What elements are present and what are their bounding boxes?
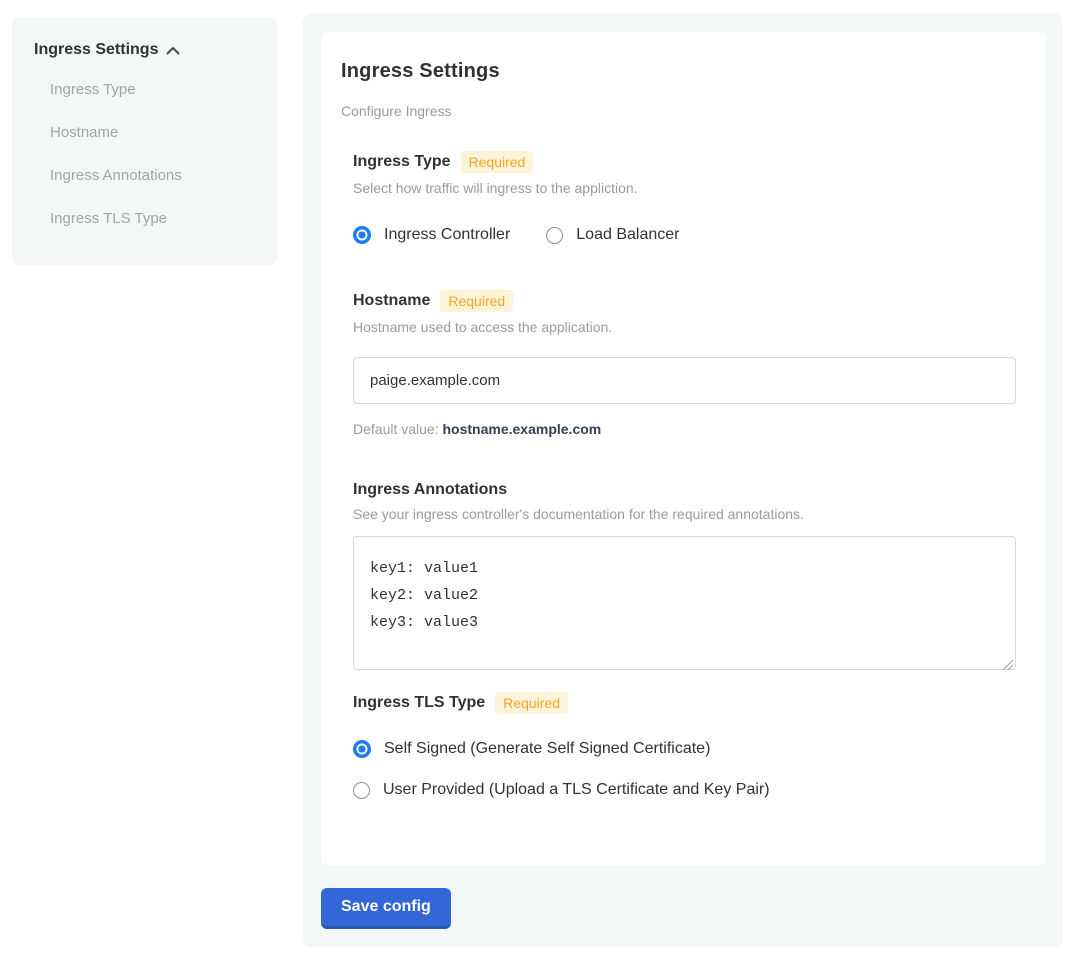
radio-unselected-icon[interactable]: [353, 782, 370, 799]
save-config-button[interactable]: Save config: [321, 888, 451, 929]
section-hostname: Hostname Required Hostname used to acces…: [353, 290, 1016, 437]
sidebar-item-ingress-tls-type[interactable]: Ingress TLS Type: [50, 210, 255, 227]
hostname-label: Hostname: [353, 292, 430, 310]
config-sections: Ingress Type Required Select how traffic…: [353, 151, 1016, 799]
radio-self-signed-label[interactable]: Self Signed (Generate Self Signed Certif…: [384, 740, 710, 758]
radio-selected-icon[interactable]: [353, 740, 371, 758]
required-badge: Required: [440, 290, 513, 312]
ingress-type-radio-group: Ingress Controller Load Balancer: [353, 226, 1016, 244]
ingress-tls-type-label: Ingress TLS Type: [353, 694, 485, 712]
ingress-type-label: Ingress Type: [353, 153, 451, 171]
default-value-label: Default value:: [353, 421, 439, 437]
radio-unselected-icon[interactable]: [546, 227, 563, 244]
ingress-type-help: Select how traffic will ingress to the a…: [353, 180, 1016, 196]
resize-handle-icon[interactable]: [1003, 657, 1013, 667]
ingress-annotations-label: Ingress Annotations: [353, 481, 507, 499]
required-badge: Required: [495, 692, 568, 714]
radio-selected-icon[interactable]: [353, 226, 371, 244]
radio-ingress-controller[interactable]: Ingress Controller: [353, 226, 510, 244]
ingress-annotations-help: See your ingress controller's documentat…: [353, 506, 1016, 522]
section-ingress-type: Ingress Type Required Select how traffic…: [353, 151, 1016, 244]
radio-self-signed[interactable]: Self Signed (Generate Self Signed Certif…: [353, 740, 1016, 758]
radio-ingress-controller-label[interactable]: Ingress Controller: [384, 226, 510, 244]
radio-load-balancer-label[interactable]: Load Balancer: [576, 226, 679, 244]
section-ingress-annotations: Ingress Annotations See your ingress con…: [353, 481, 1016, 670]
radio-load-balancer[interactable]: Load Balancer: [546, 226, 679, 244]
sidebar-group-title: Ingress Settings: [34, 41, 158, 59]
chevron-up-icon: [166, 46, 180, 55]
page-title: Ingress Settings: [341, 60, 1016, 83]
required-badge: Required: [461, 151, 534, 173]
radio-user-provided-label[interactable]: User Provided (Upload a TLS Certificate …: [383, 781, 770, 799]
ingress-annotations-textarea[interactable]: key1: value1 key2: value2 key3: value3: [353, 536, 1016, 670]
sidebar-item-ingress-type[interactable]: Ingress Type: [50, 81, 255, 98]
hostname-input[interactable]: [353, 357, 1016, 404]
section-ingress-tls-type: Ingress TLS Type Required Self Signed (G…: [353, 692, 1016, 799]
sidebar-item-hostname[interactable]: Hostname: [50, 124, 255, 141]
sidebar-item-ingress-annotations[interactable]: Ingress Annotations: [50, 167, 255, 184]
config-card: Ingress Settings Configure Ingress Ingre…: [321, 32, 1046, 865]
sidebar-item-list: Ingress Type Hostname Ingress Annotation…: [50, 81, 255, 227]
page-subtitle: Configure Ingress: [341, 103, 1016, 119]
config-sidebar: Ingress Settings Ingress Type Hostname I…: [12, 17, 277, 265]
hostname-help: Hostname used to access the application.: [353, 319, 1016, 335]
sidebar-group-ingress-settings[interactable]: Ingress Settings: [34, 41, 255, 59]
ingress-tls-radio-group: Self Signed (Generate Self Signed Certif…: [353, 740, 1016, 799]
config-main-panel: Ingress Settings Configure Ingress Ingre…: [303, 14, 1063, 947]
hostname-default-line: Default value: hostname.example.com: [353, 421, 1016, 437]
default-value-text: hostname.example.com: [443, 421, 602, 437]
radio-user-provided[interactable]: User Provided (Upload a TLS Certificate …: [353, 781, 1016, 799]
